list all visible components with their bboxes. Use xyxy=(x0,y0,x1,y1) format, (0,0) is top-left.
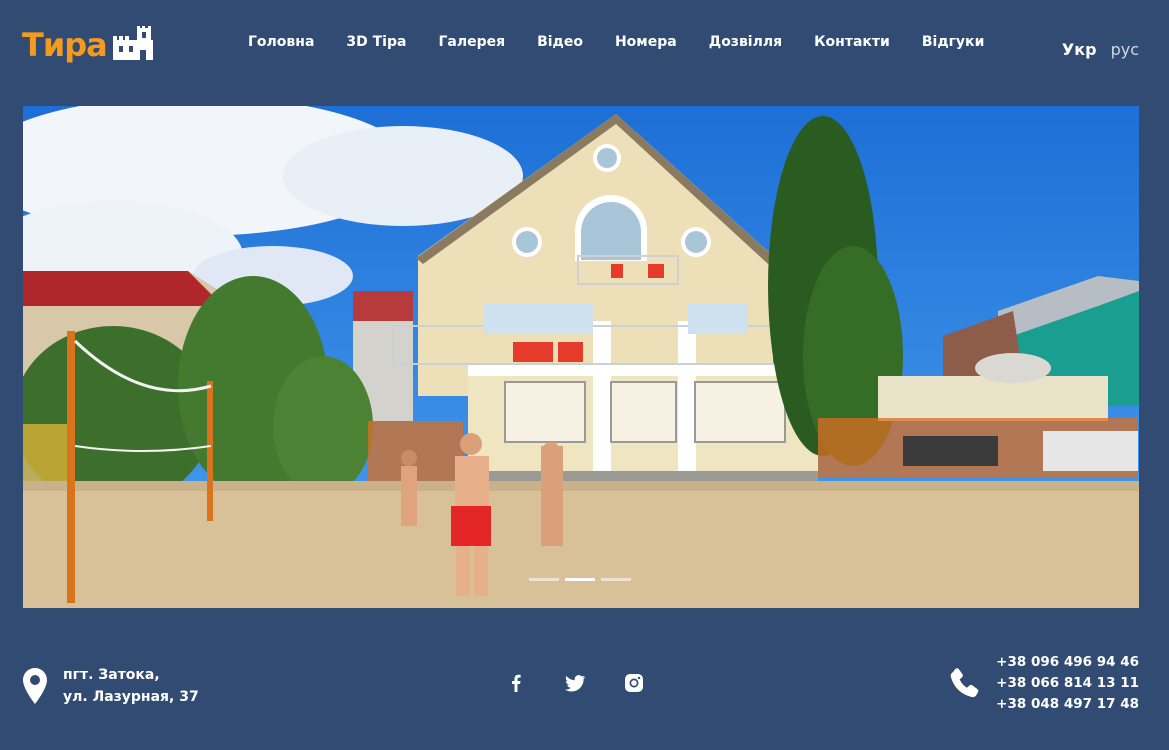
castle-icon xyxy=(112,26,153,60)
lang-rus[interactable]: рус xyxy=(1111,40,1139,59)
main-nav: Головна 3D Тіра Галерея Відео Номера Доз… xyxy=(248,32,984,52)
nav-rooms[interactable]: Номера xyxy=(615,32,677,52)
slider-dot[interactable] xyxy=(601,578,631,581)
nav-contacts[interactable]: Контакти xyxy=(814,32,890,52)
phone-icon xyxy=(950,667,979,697)
phone-block: +38 096 496 94 46 +38 066 814 13 11 +38 … xyxy=(946,652,1139,715)
phone-number[interactable]: +38 096 496 94 46 xyxy=(996,652,1139,673)
phone-number[interactable]: +38 048 497 17 48 xyxy=(996,694,1139,715)
nav-home[interactable]: Головна xyxy=(248,32,314,52)
hero-slider[interactable] xyxy=(23,106,1139,608)
language-switcher: Укр рус xyxy=(1062,40,1139,59)
facebook-icon[interactable] xyxy=(505,672,527,694)
lang-ukr[interactable]: Укр xyxy=(1062,40,1097,59)
logo-text: Тира xyxy=(22,26,108,64)
slider-dots xyxy=(529,578,631,581)
address-line-1: пгт. Затока, xyxy=(63,667,160,683)
nav-video[interactable]: Відео xyxy=(537,32,583,52)
slider-dot-active[interactable] xyxy=(565,578,595,581)
site-logo[interactable]: Тира xyxy=(22,26,155,62)
instagram-icon[interactable] xyxy=(623,672,645,694)
twitter-icon[interactable] xyxy=(564,672,586,694)
phone-number[interactable]: +38 066 814 13 11 xyxy=(996,673,1139,694)
slider-dot[interactable] xyxy=(529,578,559,581)
hero-image xyxy=(23,106,1139,608)
nav-gallery[interactable]: Галерея xyxy=(438,32,505,52)
nav-reviews[interactable]: Відгуки xyxy=(922,32,985,52)
phone-list: +38 096 496 94 46 +38 066 814 13 11 +38 … xyxy=(996,652,1139,715)
nav-leisure[interactable]: Дозвілля xyxy=(709,32,782,52)
address-line-2: ул. Лазурная, 37 xyxy=(63,689,199,705)
address-block: пгт. Затока, ул. Лазурная, 37 xyxy=(23,664,199,708)
map-pin-icon xyxy=(23,668,47,704)
nav-3d-tira[interactable]: 3D Тіра xyxy=(346,32,406,52)
social-links xyxy=(505,672,645,694)
